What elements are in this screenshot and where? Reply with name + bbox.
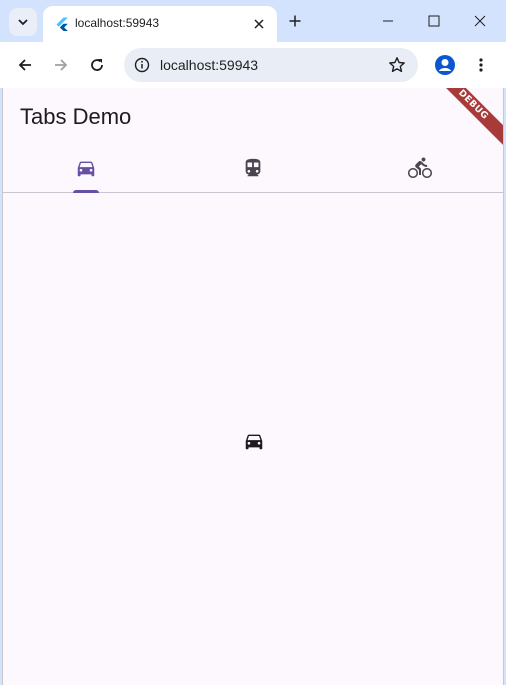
url-text[interactable]: localhost:59943 xyxy=(160,57,258,73)
browser-tab[interactable]: localhost:59943 xyxy=(43,6,277,42)
forward-button[interactable] xyxy=(47,51,75,79)
plus-icon xyxy=(289,15,301,27)
debug-banner: DEBUG xyxy=(425,88,503,153)
flutter-icon xyxy=(56,17,68,31)
tab-car[interactable] xyxy=(3,144,170,193)
close-icon xyxy=(474,15,486,27)
info-icon[interactable] xyxy=(133,56,151,74)
maximize-icon xyxy=(428,15,440,27)
minimize-icon xyxy=(383,20,393,22)
window-close-button[interactable] xyxy=(463,6,497,36)
tab-title: localhost:59943 xyxy=(75,16,160,30)
browser-titlebar: localhost:59943 xyxy=(0,0,506,42)
arrow-forward-icon xyxy=(55,59,68,71)
close-icon xyxy=(254,19,264,29)
directions-bike-icon xyxy=(407,157,432,178)
page-title: Tabs Demo xyxy=(20,104,132,129)
back-button[interactable] xyxy=(11,51,39,79)
reload-button[interactable] xyxy=(83,51,111,79)
new-tab-button[interactable] xyxy=(284,10,306,32)
tab-transit[interactable] xyxy=(170,144,337,192)
tab-indicator xyxy=(73,190,100,193)
more-vert-icon xyxy=(479,58,483,72)
app-body: Tabs Demo DEBUG xyxy=(2,88,504,685)
directions-transit-icon xyxy=(245,158,261,177)
profile-button[interactable] xyxy=(431,51,459,79)
avatar-icon xyxy=(435,55,455,75)
tab-search-button[interactable] xyxy=(9,8,37,36)
tab-bike[interactable] xyxy=(336,144,503,192)
browser-menu-button[interactable] xyxy=(467,51,495,79)
reload-icon xyxy=(91,59,103,71)
minimize-button[interactable] xyxy=(371,6,405,36)
chevron-down-icon xyxy=(18,19,28,26)
address-bar[interactable]: localhost:59943 xyxy=(124,48,418,82)
tab-close-button[interactable] xyxy=(249,14,269,34)
directions-car-icon xyxy=(245,434,263,450)
arrow-back-icon xyxy=(18,59,31,71)
browser-toolbar: localhost:59943 xyxy=(0,42,506,88)
directions-car-icon xyxy=(78,161,95,177)
tab-bar xyxy=(3,144,503,193)
bookmark-star-icon[interactable] xyxy=(388,56,406,74)
maximize-button[interactable] xyxy=(417,6,451,36)
